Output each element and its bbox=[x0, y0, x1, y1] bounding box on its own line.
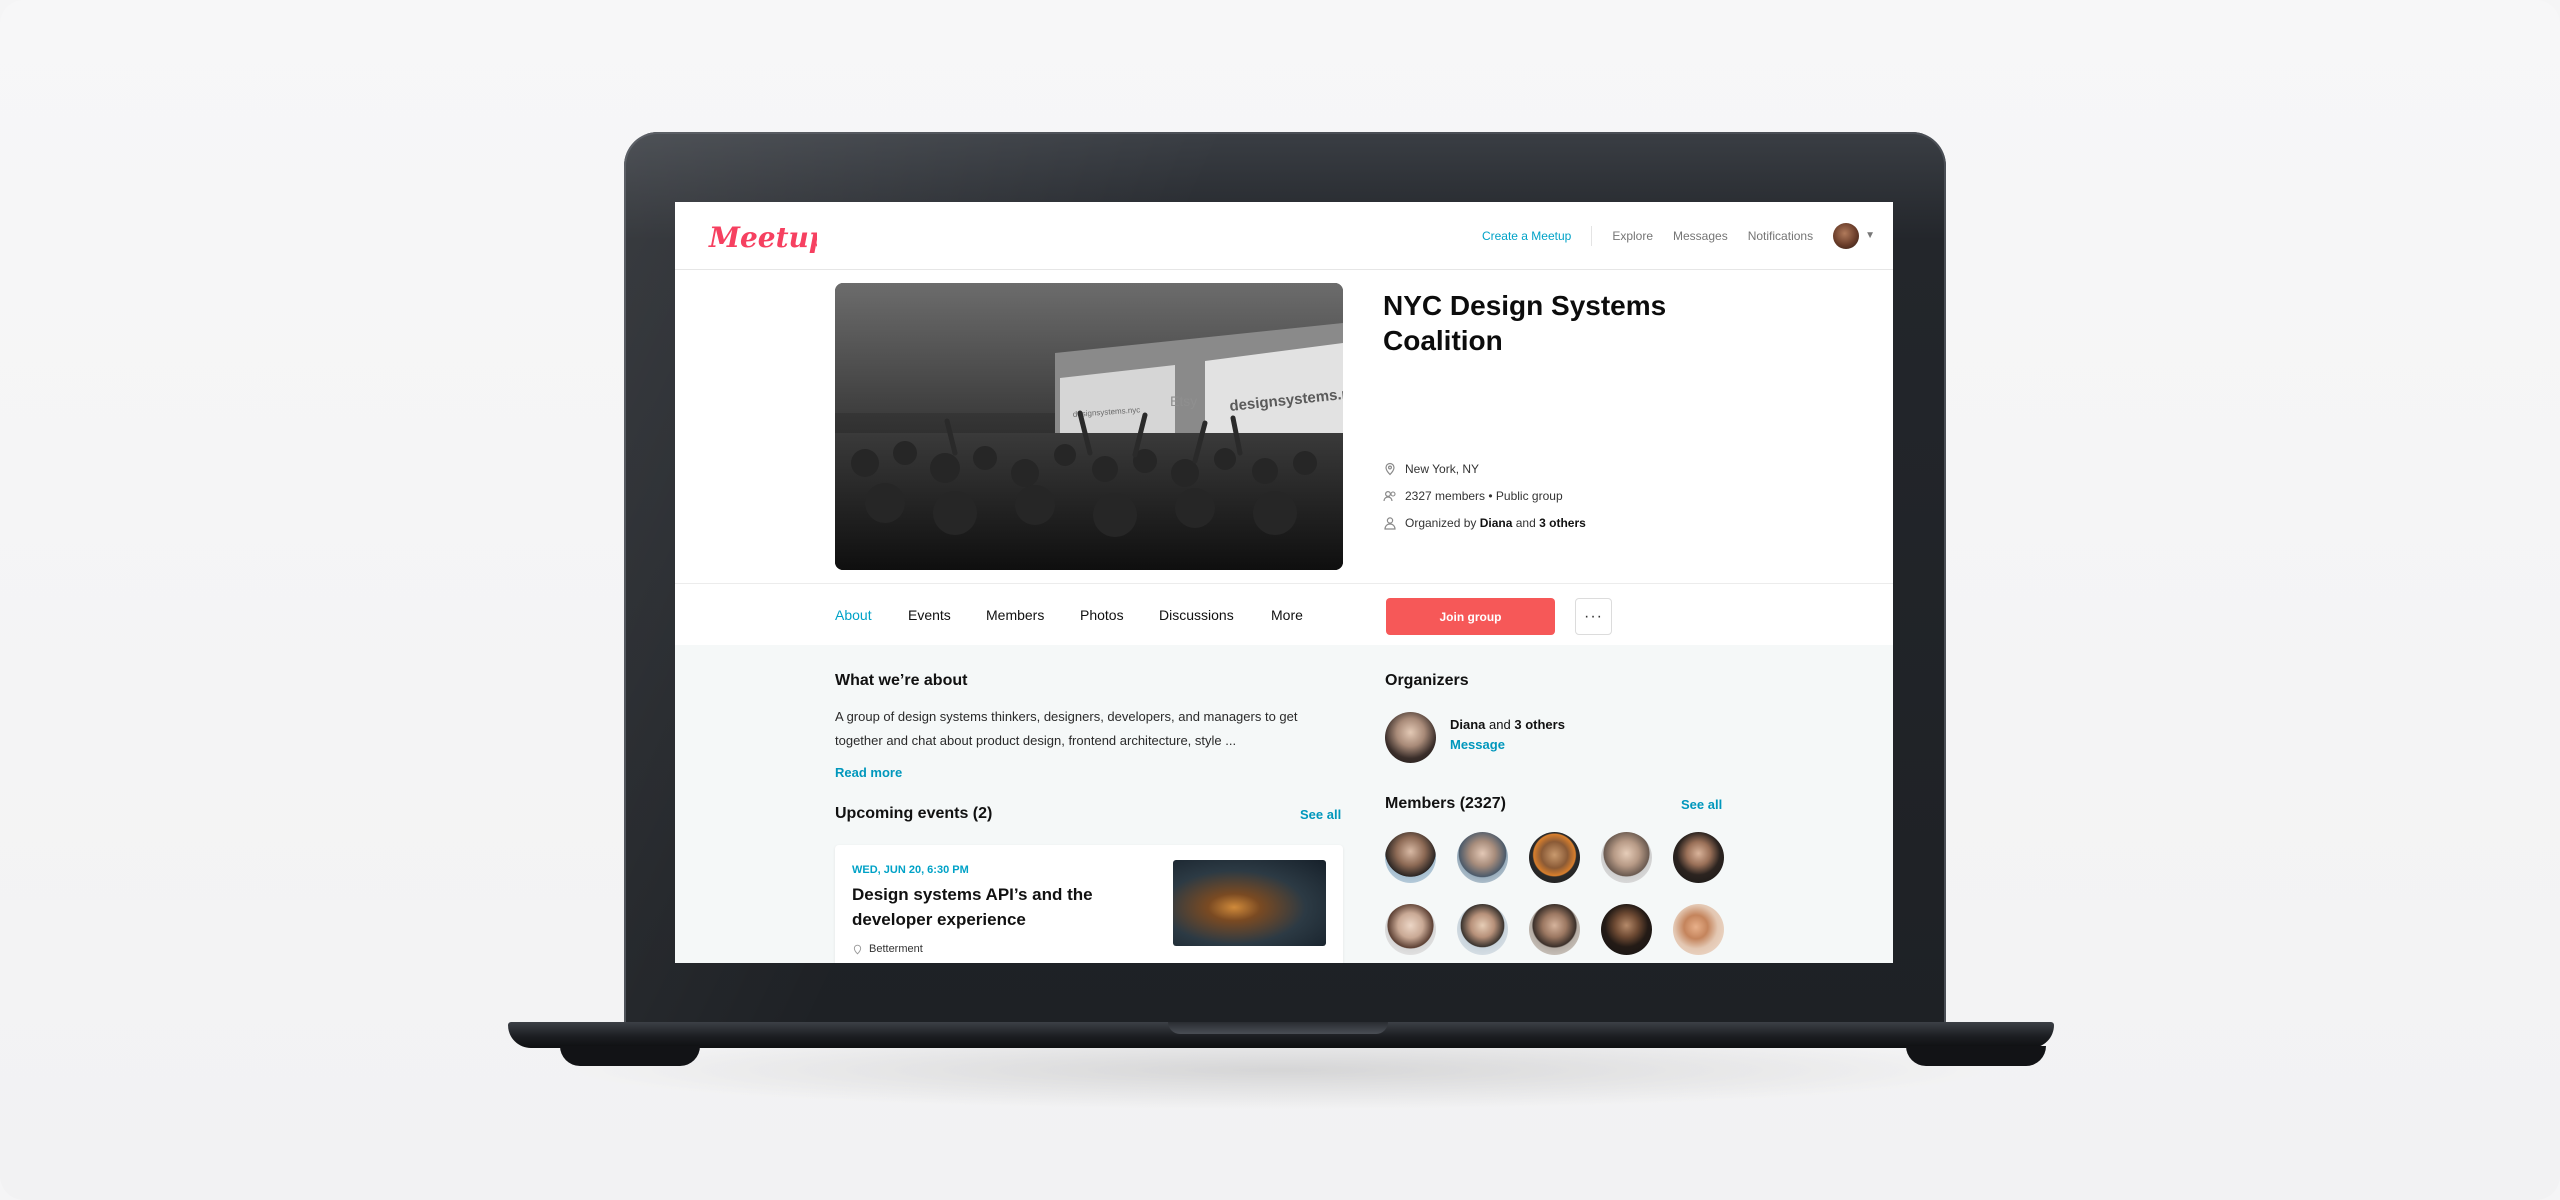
organizers-heading: Organizers bbox=[1385, 672, 1469, 689]
organized-by-line: Organized by Diana and 3 others bbox=[1405, 516, 1586, 530]
member-avatar[interactable] bbox=[1529, 832, 1580, 883]
chevron-down-icon[interactable]: ▼ bbox=[1865, 230, 1875, 241]
svg-text:Meetup: Meetup bbox=[708, 221, 817, 254]
member-avatar[interactable] bbox=[1529, 904, 1580, 955]
organizer-others[interactable]: 3 others bbox=[1514, 717, 1565, 732]
laptop-foot-left bbox=[560, 1046, 700, 1066]
message-organizer-link[interactable]: Message bbox=[1450, 737, 1505, 752]
user-avatar[interactable] bbox=[1833, 222, 1860, 249]
explore-link[interactable]: Explore bbox=[1612, 229, 1653, 243]
organized-by-and: and bbox=[1515, 516, 1536, 530]
about-description: A group of design systems thinkers, desi… bbox=[835, 709, 1298, 748]
group-members-info: 2327 members • Public group bbox=[1383, 489, 1563, 503]
tab-discussions[interactable]: Discussions bbox=[1159, 607, 1234, 623]
member-avatar[interactable] bbox=[1385, 832, 1436, 883]
event-image[interactable] bbox=[1173, 860, 1326, 946]
organizer-icon bbox=[1384, 517, 1396, 530]
event-location: Betterment bbox=[852, 943, 923, 955]
group-location: New York, NY bbox=[1383, 462, 1479, 476]
read-more-link[interactable]: Read more bbox=[835, 765, 902, 780]
group-members-text: 2327 members • Public group bbox=[1405, 489, 1563, 503]
top-navigation: Meetup Create a Meetup Explore Messages … bbox=[675, 202, 1893, 270]
event-card[interactable]: WED, JUN 20, 6:30 PM Design systems API’… bbox=[835, 845, 1343, 963]
organizer-and: and bbox=[1489, 717, 1511, 732]
tab-more[interactable]: More bbox=[1271, 607, 1303, 623]
join-group-button[interactable]: Join group bbox=[1386, 598, 1555, 635]
members-icon bbox=[1383, 490, 1396, 502]
event-location-text: Betterment bbox=[869, 943, 923, 955]
location-pin-icon bbox=[1385, 462, 1395, 476]
messages-link[interactable]: Messages bbox=[1673, 229, 1728, 243]
member-avatar[interactable] bbox=[1673, 832, 1724, 883]
events-see-all-link[interactable]: See all bbox=[1300, 807, 1341, 822]
create-meetup-link[interactable]: Create a Meetup bbox=[1482, 225, 1593, 246]
laptop-foot-right bbox=[1906, 1046, 2046, 1066]
tab-events[interactable]: Events bbox=[908, 607, 951, 623]
group-title: NYC Design Systems Coalition bbox=[1383, 290, 1667, 356]
about-heading: What we’re about bbox=[835, 672, 968, 689]
tab-members[interactable]: Members bbox=[986, 607, 1044, 623]
member-avatar[interactable] bbox=[1673, 904, 1724, 955]
tab-photos[interactable]: Photos bbox=[1080, 607, 1124, 623]
nav-links: Create a Meetup Explore Messages Notific… bbox=[1482, 202, 1875, 269]
laptop-base-notch bbox=[1168, 1022, 1388, 1034]
tab-about[interactable]: About bbox=[835, 607, 872, 623]
location-pin-icon bbox=[853, 944, 862, 954]
svg-text:Etsy: Etsy bbox=[1170, 393, 1197, 409]
member-avatar[interactable] bbox=[1601, 904, 1652, 955]
organizer-others[interactable]: 3 others bbox=[1539, 516, 1586, 530]
organized-by-prefix: Organized by bbox=[1405, 516, 1477, 530]
group-tabs-row: About Events Members Photos Discussions … bbox=[675, 583, 1893, 646]
event-title[interactable]: Design systems API’s and the developer e… bbox=[852, 882, 1112, 932]
member-avatar[interactable] bbox=[1457, 904, 1508, 955]
laptop-screen: Meetup Create a Meetup Explore Messages … bbox=[675, 202, 1893, 963]
upcoming-events-heading: Upcoming events (2) bbox=[835, 805, 993, 822]
event-date: WED, JUN 20, 6:30 PM bbox=[852, 864, 969, 876]
members-see-all-link[interactable]: See all bbox=[1681, 797, 1722, 812]
members-heading: Members (2327) bbox=[1385, 795, 1506, 812]
member-avatar[interactable] bbox=[1601, 832, 1652, 883]
member-avatar[interactable] bbox=[1457, 832, 1508, 883]
group-hero-image: designsystems.n designsystems.nyc Etsy bbox=[835, 283, 1343, 570]
meetup-logo[interactable]: Meetup bbox=[707, 215, 817, 259]
organizer-avatar[interactable] bbox=[1385, 712, 1436, 763]
organizer-names: Diana and 3 others bbox=[1450, 717, 1565, 732]
member-avatar[interactable] bbox=[1385, 904, 1436, 955]
notifications-link[interactable]: Notifications bbox=[1748, 229, 1813, 243]
more-options-button[interactable]: ··· bbox=[1575, 598, 1612, 635]
hero-photo-scene: designsystems.n designsystems.nyc Etsy bbox=[835, 283, 1343, 570]
group-organizers-info: Organized by Diana and 3 others bbox=[1383, 516, 1586, 530]
organizer-name[interactable]: Diana bbox=[1450, 717, 1485, 732]
group-location-text: New York, NY bbox=[1405, 462, 1480, 476]
organizer-name[interactable]: Diana bbox=[1480, 516, 1513, 530]
